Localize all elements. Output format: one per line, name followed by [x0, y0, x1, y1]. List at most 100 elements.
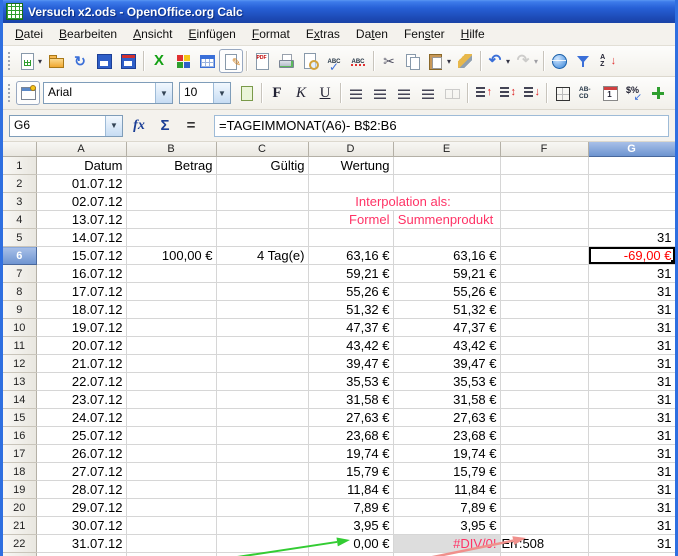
cell-F13[interactable] — [500, 373, 588, 391]
cell-C22[interactable] — [216, 535, 308, 553]
cell-D12[interactable]: 39,47 € — [308, 355, 393, 373]
cell-D14[interactable]: 31,58 € — [308, 391, 393, 409]
cell-F19[interactable] — [500, 481, 588, 499]
export-pdf-button[interactable] — [250, 49, 274, 73]
cell-E17[interactable]: 19,74 € — [393, 445, 500, 463]
cell-D18[interactable]: 15,79 € — [308, 463, 393, 481]
underline-button[interactable]: U — [313, 81, 337, 105]
align-left-button[interactable] — [344, 81, 368, 105]
cell-G5[interactable]: 31 — [588, 229, 675, 247]
cell-E20[interactable]: 7,89 € — [393, 499, 500, 517]
cell-A13[interactable]: 22.07.12 — [36, 373, 126, 391]
cell-C19[interactable] — [216, 481, 308, 499]
styles-button[interactable] — [16, 81, 40, 105]
column-header-F[interactable]: F — [500, 142, 588, 157]
cell-D10[interactable]: 47,37 € — [308, 319, 393, 337]
cell-G7[interactable]: 31 — [588, 265, 675, 283]
row-header-12[interactable]: 12 — [3, 355, 36, 373]
cell-C13[interactable] — [216, 373, 308, 391]
cell-A21[interactable]: 30.07.12 — [36, 517, 126, 535]
toolbar-grip[interactable] — [7, 51, 12, 71]
open-button[interactable] — [44, 49, 68, 73]
cell-C9[interactable] — [216, 301, 308, 319]
cell-A12[interactable]: 21.07.12 — [36, 355, 126, 373]
cell-A15[interactable]: 24.07.12 — [36, 409, 126, 427]
cell-G8[interactable]: 31 — [588, 283, 675, 301]
cell-F21[interactable] — [500, 517, 588, 535]
column-header-B[interactable]: B — [126, 142, 216, 157]
cell-G4[interactable] — [588, 211, 675, 229]
cell-C15[interactable] — [216, 409, 308, 427]
menu-daten[interactable]: Daten — [348, 24, 396, 44]
menu-extras[interactable]: Extras — [298, 24, 348, 44]
cell-B6[interactable]: 100,00 € — [126, 247, 216, 265]
row-header-5[interactable]: 5 — [3, 229, 36, 247]
menu-datei[interactable]: Datei — [7, 24, 51, 44]
cell-G10[interactable]: 31 — [588, 319, 675, 337]
row-header-21[interactable]: 21 — [3, 517, 36, 535]
cell-G1[interactable] — [588, 157, 675, 175]
align-bottom-button[interactable] — [519, 81, 543, 105]
menu-hilfe[interactable]: Hilfe — [453, 24, 493, 44]
cell-F11[interactable] — [500, 337, 588, 355]
save-button[interactable] — [92, 49, 116, 73]
cell-B10[interactable] — [126, 319, 216, 337]
reload-button[interactable] — [68, 49, 92, 73]
cell-C5[interactable] — [216, 229, 308, 247]
hyperlink-button[interactable] — [547, 49, 571, 73]
cell-E10[interactable]: 47,37 € — [393, 319, 500, 337]
cell-G19[interactable]: 31 — [588, 481, 675, 499]
cell-B17[interactable] — [126, 445, 216, 463]
column-header-G[interactable]: G — [588, 142, 675, 157]
row-header-20[interactable]: 20 — [3, 499, 36, 517]
align-justify-button[interactable] — [416, 81, 440, 105]
row-header-19[interactable]: 19 — [3, 481, 36, 499]
cell-F7[interactable] — [500, 265, 588, 283]
borders-button[interactable] — [550, 81, 574, 105]
insert-table-button[interactable] — [195, 49, 219, 73]
cell-B16[interactable] — [126, 427, 216, 445]
autospellcheck-button[interactable] — [346, 49, 370, 73]
cell-C1[interactable]: Gültig — [216, 157, 308, 175]
cell-E14[interactable]: 31,58 € — [393, 391, 500, 409]
cell-B12[interactable] — [126, 355, 216, 373]
green-x-button[interactable] — [147, 49, 171, 73]
row-header-13[interactable]: 13 — [3, 373, 36, 391]
toolbar-grip[interactable] — [7, 83, 12, 103]
cell-C12[interactable] — [216, 355, 308, 373]
cell-D23[interactable] — [308, 553, 393, 556]
cell-F9[interactable] — [500, 301, 588, 319]
cell-D7[interactable]: 59,21 € — [308, 265, 393, 283]
cell-D20[interactable]: 7,89 € — [308, 499, 393, 517]
cell-D8[interactable]: 55,26 € — [308, 283, 393, 301]
cell-A23[interactable] — [36, 553, 126, 556]
dropdown-arrow-icon[interactable]: ▾ — [534, 57, 538, 66]
spellcheck-button[interactable] — [322, 49, 346, 73]
name-box[interactable]: G6 ▼ — [9, 115, 123, 137]
cell-C20[interactable] — [216, 499, 308, 517]
cell-A16[interactable]: 25.07.12 — [36, 427, 126, 445]
cell-F6[interactable] — [500, 247, 588, 265]
cell-B20[interactable] — [126, 499, 216, 517]
cell-E9[interactable]: 51,32 € — [393, 301, 500, 319]
cell-E8[interactable]: 55,26 € — [393, 283, 500, 301]
cell-G18[interactable]: 31 — [588, 463, 675, 481]
cell-B11[interactable] — [126, 337, 216, 355]
cell-A11[interactable]: 20.07.12 — [36, 337, 126, 355]
row-header-7[interactable]: 7 — [3, 265, 36, 283]
cell-A4[interactable]: 13.07.12 — [36, 211, 126, 229]
cell-F14[interactable] — [500, 391, 588, 409]
cell-D9[interactable]: 51,32 € — [308, 301, 393, 319]
cell-E6[interactable]: 63,16 € — [393, 247, 500, 265]
cell-B5[interactable] — [126, 229, 216, 247]
row-header-23[interactable] — [3, 553, 36, 556]
bold-button[interactable]: F — [265, 81, 289, 105]
cell-B23[interactable] — [126, 553, 216, 556]
cell-E19[interactable]: 11,84 € — [393, 481, 500, 499]
cell-A2[interactable]: 01.07.12 — [36, 175, 126, 193]
cell-A7[interactable]: 16.07.12 — [36, 265, 126, 283]
page-preview-button[interactable] — [298, 49, 322, 73]
cell-F18[interactable] — [500, 463, 588, 481]
cell-B22[interactable] — [126, 535, 216, 553]
row-header-1[interactable]: 1 — [3, 157, 36, 175]
